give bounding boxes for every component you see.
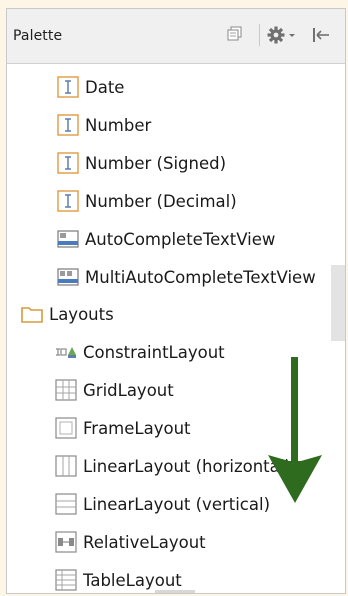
folder-icon	[21, 307, 43, 323]
item-label: Number	[85, 115, 152, 135]
palette-item-date[interactable]: Date	[57, 71, 124, 103]
resize-grip[interactable]	[155, 590, 195, 593]
item-label: FrameLayout	[83, 418, 191, 438]
hide-panel-icon[interactable]	[311, 26, 331, 44]
palette-item-number-decimal[interactable]: Number (Decimal)	[57, 185, 237, 217]
palette-panel: Palette Date Number Number (Signed) Numb…	[6, 8, 346, 594]
item-label: RelativeLayout	[83, 532, 206, 552]
panel-title: Palette	[13, 28, 63, 44]
item-label: LinearLayout (vertical)	[83, 494, 271, 514]
autocomplete-icon	[57, 230, 79, 248]
toolbar-separator	[259, 24, 260, 46]
frame-layout-icon	[55, 417, 77, 439]
constraint-layout-icon	[56, 347, 76, 358]
item-label: TableLayout	[83, 570, 182, 590]
item-label: GridLayout	[83, 380, 174, 400]
palette-item-multiautocomplete[interactable]: MultiAutoCompleteTextView	[57, 261, 316, 293]
item-label: AutoCompleteTextView	[85, 229, 276, 249]
text-field-icon	[57, 114, 79, 136]
palette-item-number[interactable]: Number	[57, 109, 151, 141]
grid-layout-icon	[55, 379, 77, 401]
palette-item-framelayout[interactable]: FrameLayout	[55, 412, 191, 444]
palette-item-linearlayout-vertical[interactable]: LinearLayout (vertical)	[55, 488, 270, 520]
multiautocomplete-icon	[57, 268, 79, 286]
palette-item-number-signed[interactable]: Number (Signed)	[57, 147, 226, 179]
text-field-icon	[57, 190, 79, 212]
palette-header: Palette	[7, 9, 345, 64]
relative-layout-icon	[55, 531, 77, 553]
linear-horizontal-icon	[55, 455, 77, 477]
palette-item-gridlayout[interactable]: GridLayout	[55, 374, 174, 406]
item-label: Number (Decimal)	[85, 191, 237, 211]
text-field-icon	[57, 76, 79, 98]
palette-item-linearlayout-horizontal[interactable]: LinearLayout (horizontal)	[55, 450, 291, 482]
table-layout-icon	[55, 569, 77, 591]
palette-item-autocomplete[interactable]: AutoCompleteTextView	[57, 223, 275, 255]
item-label: LinearLayout (horizontal)	[83, 456, 291, 476]
text-field-icon	[57, 152, 79, 174]
copy-icon[interactable]	[227, 26, 243, 42]
item-label: ConstraintLayout	[83, 342, 225, 362]
down-arrow-annotation	[268, 357, 322, 503]
linear-vertical-icon	[55, 493, 77, 515]
palette-item-constraintlayout[interactable]: ConstraintLayout	[55, 336, 225, 368]
item-label: Date	[85, 77, 125, 97]
item-label: MultiAutoCompleteTextView	[85, 267, 316, 287]
category-layouts[interactable]: Layouts	[21, 298, 114, 330]
scrollbar-thumb[interactable]	[331, 265, 345, 341]
item-label: Number (Signed)	[85, 153, 227, 173]
category-label: Layouts	[49, 304, 114, 324]
palette-item-relativelayout[interactable]: RelativeLayout	[55, 526, 206, 558]
gear-dropdown-icon[interactable]	[267, 26, 297, 44]
palette-list: Date Number Number (Signed) Number (Deci…	[7, 65, 345, 593]
